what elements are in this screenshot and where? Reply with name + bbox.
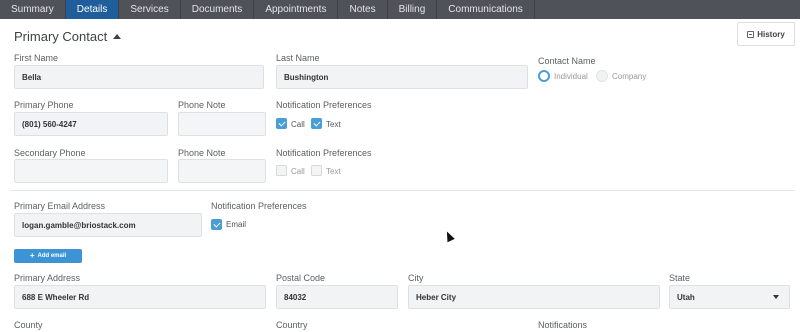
individual-radio[interactable] — [538, 70, 550, 82]
tab-details[interactable]: Details — [65, 0, 120, 19]
email-checkbox-label: Email — [226, 220, 247, 229]
contact-name-label: Contact Name — [538, 56, 596, 66]
section-divider — [10, 190, 795, 191]
collapse-caret-icon[interactable] — [113, 34, 122, 39]
first-name-label: First Name — [14, 53, 59, 63]
secondary-call-checkbox[interactable] — [276, 165, 287, 176]
primary-text-checkbox[interactable] — [311, 118, 322, 129]
city-label: City — [408, 273, 424, 283]
secondary-phone-label: Secondary Phone — [14, 148, 86, 158]
tab-notes[interactable]: Notes — [338, 0, 388, 19]
primary-call-checkbox[interactable] — [276, 118, 287, 129]
tab-bar: Summary Details Services Documents Appoi… — [0, 0, 800, 19]
mouse-cursor-icon — [443, 229, 455, 243]
company-radio[interactable] — [596, 70, 608, 82]
secondary-call-label: Call — [291, 167, 305, 176]
postal-code-label: Postal Code — [276, 273, 326, 283]
phone-note-field[interactable] — [178, 112, 266, 136]
history-label: History — [757, 29, 785, 39]
tab-summary[interactable]: Summary — [0, 0, 66, 19]
secondary-phone-field[interactable] — [14, 159, 168, 183]
notifications-label: Notifications — [538, 320, 588, 330]
email-checkbox[interactable] — [211, 219, 222, 230]
tab-billing[interactable]: Billing — [388, 0, 438, 19]
city-field[interactable]: Heber City — [408, 285, 660, 309]
tab-bar-filler — [534, 0, 800, 19]
last-name-field[interactable]: Bushington — [276, 65, 528, 89]
postal-code-field[interactable]: 84032 — [276, 285, 398, 309]
state-select[interactable]: Utah — [669, 285, 790, 309]
secondary-text-checkbox[interactable] — [311, 165, 322, 176]
primary-text-label: Text — [326, 120, 341, 129]
primary-address-label: Primary Address — [14, 273, 81, 283]
section-title: Primary Contact — [14, 29, 108, 44]
company-radio-label: Company — [612, 72, 647, 81]
individual-radio-label: Individual — [554, 72, 588, 81]
secondary-phone-note-field[interactable] — [178, 159, 266, 183]
primary-email-label: Primary Email Address — [14, 201, 106, 211]
add-email-button[interactable]: + Add email — [14, 249, 82, 263]
primary-call-label: Call — [291, 120, 305, 129]
phone-note-label: Phone Note — [178, 100, 226, 110]
tab-services[interactable]: Services — [119, 0, 181, 19]
tab-documents[interactable]: Documents — [181, 0, 255, 19]
country-label: Country — [276, 320, 308, 330]
tab-appointments[interactable]: Appointments — [254, 0, 339, 19]
notification-preferences-label: Notification Preferences — [276, 100, 372, 110]
primary-address-field[interactable]: 688 E Wheeler Rd — [14, 285, 266, 309]
state-label: State — [669, 273, 691, 283]
secondary-notification-preferences-label: Notification Preferences — [276, 148, 372, 158]
plus-icon: + — [29, 251, 35, 260]
secondary-text-label: Text — [326, 167, 341, 176]
primary-phone-label: Primary Phone — [14, 100, 74, 110]
primary-phone-field[interactable]: (801) 560-4247 — [14, 112, 168, 136]
section-header[interactable]: Primary Contact — [14, 29, 122, 44]
county-label: County — [14, 320, 43, 330]
first-name-field[interactable]: Bella — [14, 65, 264, 89]
last-name-label: Last Name — [276, 53, 320, 63]
primary-email-field[interactable]: logan.gamble@briostack.com — [14, 213, 202, 237]
chevron-down-icon — [773, 295, 779, 299]
history-icon — [747, 30, 755, 38]
add-email-label: Add email — [37, 253, 67, 259]
state-select-value: Utah — [677, 292, 695, 302]
history-button[interactable]: History — [737, 22, 795, 46]
tab-communications[interactable]: Communications — [437, 0, 535, 19]
secondary-phone-note-label: Phone Note — [178, 148, 226, 158]
email-notification-preferences-label: Notification Preferences — [211, 201, 307, 211]
